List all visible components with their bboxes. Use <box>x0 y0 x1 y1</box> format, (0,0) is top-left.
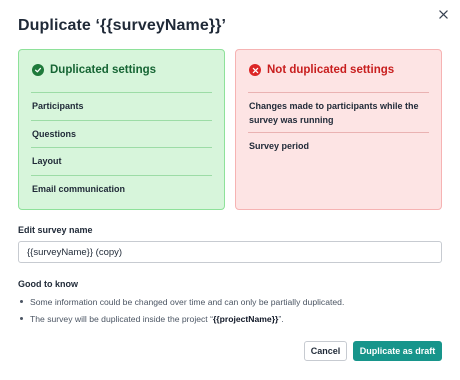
duplicate-dialog: Duplicate ‘{{surveyName}}’ Duplicated se… <box>0 0 460 380</box>
duplicated-settings-heading: Duplicated settings <box>50 64 157 76</box>
close-button[interactable] <box>434 5 452 23</box>
cancel-button[interactable]: Cancel <box>304 341 347 361</box>
duplicated-settings-panel: Duplicated settings Participants Questio… <box>18 49 225 210</box>
list-item: Email communication <box>31 174 212 203</box>
check-circle-icon <box>32 64 44 76</box>
duplicated-settings-header: Duplicated settings <box>32 64 156 76</box>
duplicated-settings-list: Participants Questions Layout Email comm… <box>31 92 212 202</box>
survey-name-label: Edit survey name <box>18 225 93 235</box>
not-duplicated-settings-header: Not duplicated settings <box>249 64 394 76</box>
not-duplicated-settings-heading: Not duplicated settings <box>267 64 395 76</box>
dialog-title: Duplicate ‘{{surveyName}}’ <box>18 17 227 34</box>
bullet-icon <box>20 317 23 320</box>
bullet-text-suffix: ”. <box>278 313 284 324</box>
bullet-icon <box>20 300 23 303</box>
project-name: {{projectName}} <box>212 313 279 324</box>
not-duplicated-settings-panel: Not duplicated settings Changes made to … <box>235 49 442 210</box>
list-item: Some information could be changed over t… <box>20 296 344 307</box>
x-circle-icon <box>249 64 261 76</box>
list-item: Survey period <box>248 132 429 159</box>
bullet-text: The survey will be duplicated inside the… <box>30 314 284 324</box>
list-item: Questions <box>31 119 212 148</box>
bullet-text: Some information could be changed over t… <box>30 296 345 307</box>
list-item: Changes made to participants while the s… <box>248 92 429 132</box>
close-icon <box>438 9 448 19</box>
duplicate-as-draft-button[interactable]: Duplicate as draft <box>353 341 442 361</box>
not-duplicated-settings-list: Changes made to participants while the s… <box>248 92 429 159</box>
bullet-text-prefix: The survey will be duplicated inside the… <box>30 313 213 324</box>
list-item: The survey will be duplicated inside the… <box>20 313 344 324</box>
list-item: Participants <box>31 92 212 120</box>
survey-name-input[interactable] <box>18 241 442 263</box>
good-to-know-list: Some information could be changed over t… <box>20 296 344 330</box>
good-to-know-heading: Good to know <box>18 279 78 289</box>
list-item: Layout <box>31 147 212 175</box>
